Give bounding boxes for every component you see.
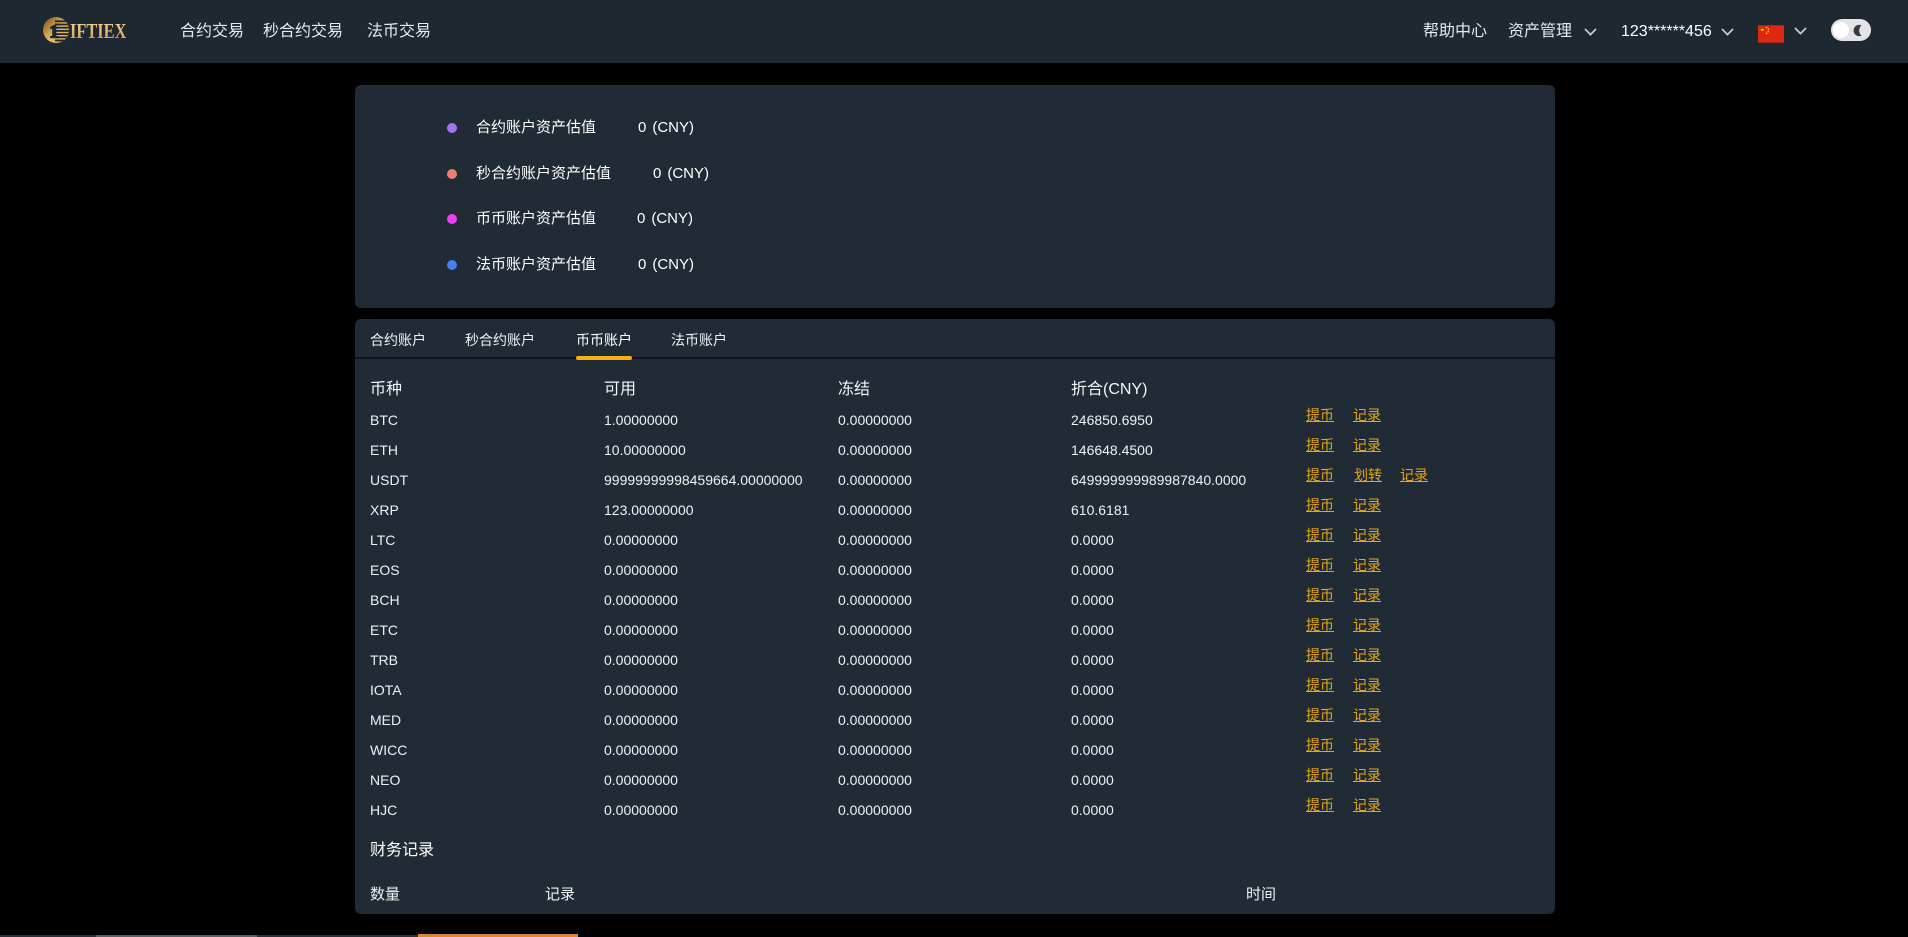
svg-text:1: 1: [50, 22, 59, 42]
